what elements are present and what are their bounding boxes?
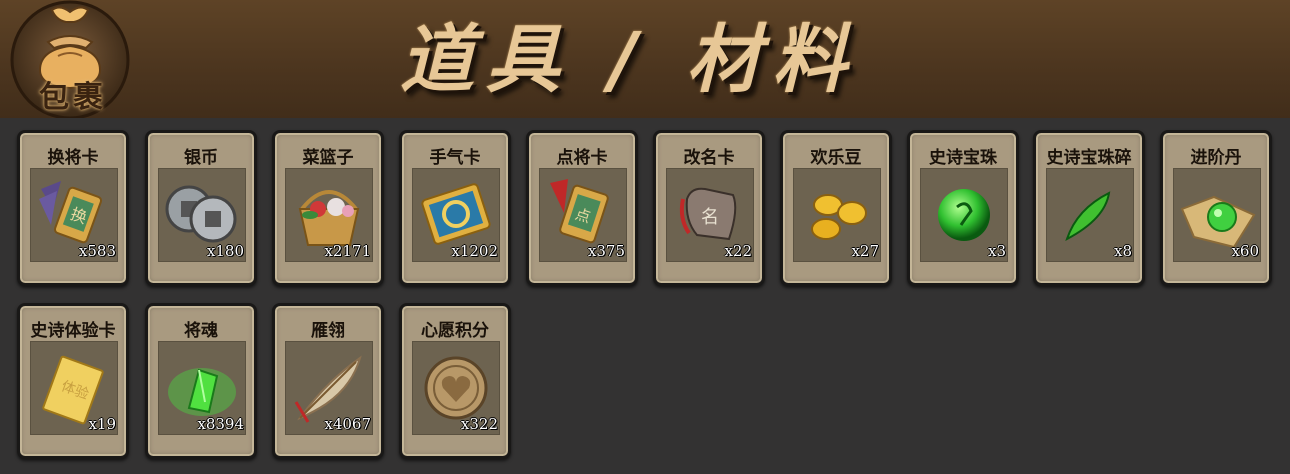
item-slot[interactable]: 史诗体验卡 体验 x19 [17,303,129,459]
item-name: 心愿积分 [421,321,489,341]
item-slot[interactable]: 心愿积分 x322 [399,303,511,459]
item-count: x27 [851,242,879,260]
item-count: x19 [88,415,116,433]
item-name: 欢乐豆 [810,148,862,168]
item-count: x2171 [324,242,371,260]
item-slot[interactable]: 欢乐豆 x27 [780,130,892,286]
item-slot[interactable]: 菜篮子 x2171 [272,130,384,286]
item-count: x583 [78,242,116,260]
item-name: 史诗宝珠碎 [1046,148,1132,168]
item-name: 进阶丹 [1190,148,1242,168]
item-slot[interactable]: 改名卡 名 x22 [653,130,765,286]
item-count: x3 [987,242,1006,260]
item-name: 换将卡 [47,148,99,168]
item-slot[interactable]: 换将卡 换 x583 [17,130,129,286]
item-count: x180 [206,242,244,260]
item-name: 点将卡 [556,148,608,168]
item-count: x322 [460,415,498,433]
item-count: x375 [587,242,625,260]
item-count: x4067 [324,415,371,433]
item-slot[interactable]: 雁翎 x4067 [272,303,384,459]
item-slot[interactable]: 进阶丹 x60 [1160,130,1272,286]
item-count: x8394 [197,415,244,433]
svg-text:名: 名 [701,207,719,228]
item-slot[interactable]: 点将卡 点 x375 [526,130,638,286]
item-name: 雁翎 [311,321,345,341]
item-name: 史诗宝珠 [929,148,997,168]
item-slot[interactable]: 史诗宝珠 x3 [907,130,1019,286]
item-name: 将魂 [184,321,218,341]
item-name: 菜篮子 [302,148,354,168]
item-count: x1202 [451,242,498,260]
item-slot[interactable]: 将魂 x8394 [145,303,257,459]
item-count: x22 [724,242,752,260]
item-name: 银币 [184,148,218,168]
item-slot[interactable]: 手气卡 x1202 [399,130,511,286]
item-slot[interactable]: 史诗宝珠碎 x8 [1033,130,1145,286]
item-slot[interactable]: 银币 x180 [145,130,257,286]
item-count: x8 [1113,242,1132,260]
item-count: x60 [1231,242,1259,260]
item-grid: 换将卡 换 x583 银币 x180 菜篮子 x2171 手气卡 x1202 点… [0,0,1290,474]
item-name: 手气卡 [429,148,481,168]
item-name: 史诗体验卡 [30,321,116,341]
item-name: 改名卡 [683,148,735,168]
